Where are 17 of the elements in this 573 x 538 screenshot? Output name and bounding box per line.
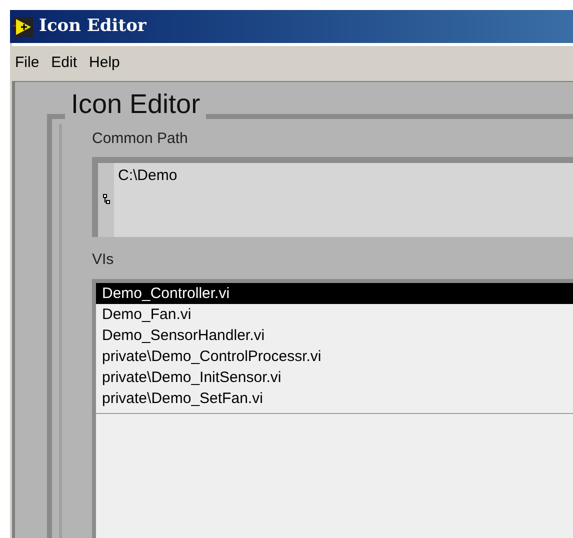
list-item[interactable]: Demo_Controller.vi	[96, 283, 573, 304]
list-item[interactable]: private\Demo_InitSensor.vi	[96, 367, 573, 388]
path-field[interactable]: C:\Demo	[92, 156, 573, 236]
menu-item[interactable]: Help	[88, 52, 121, 75]
list-item[interactable]: Demo_SensorHandler.vi	[96, 325, 573, 346]
menu-item[interactable]: File	[14, 52, 40, 75]
path-value: C:\Demo	[118, 166, 178, 186]
field-label: VIs	[92, 250, 115, 270]
menu-item[interactable]: Edit	[50, 52, 78, 75]
list-item[interactable]: private\Demo_ControlProcessr.vi	[96, 346, 573, 367]
vi-listbox[interactable]: Demo_Controller.vi Demo_Fan.vi Demo_SensorHandler.vi private\Demo_ControlProcessr.vi private\Demo_InitSensor.vi private\Demo_SetFan.vi	[92, 279, 573, 538]
window-title: Icon Editor	[39, 14, 146, 38]
tree-icon	[102, 194, 110, 205]
list-item[interactable]: Demo_Fan.vi	[96, 304, 573, 325]
app-icon	[12, 16, 34, 38]
field-label: Common Path	[92, 129, 189, 149]
list-item[interactable]: private\Demo_SetFan.vi	[96, 388, 573, 409]
